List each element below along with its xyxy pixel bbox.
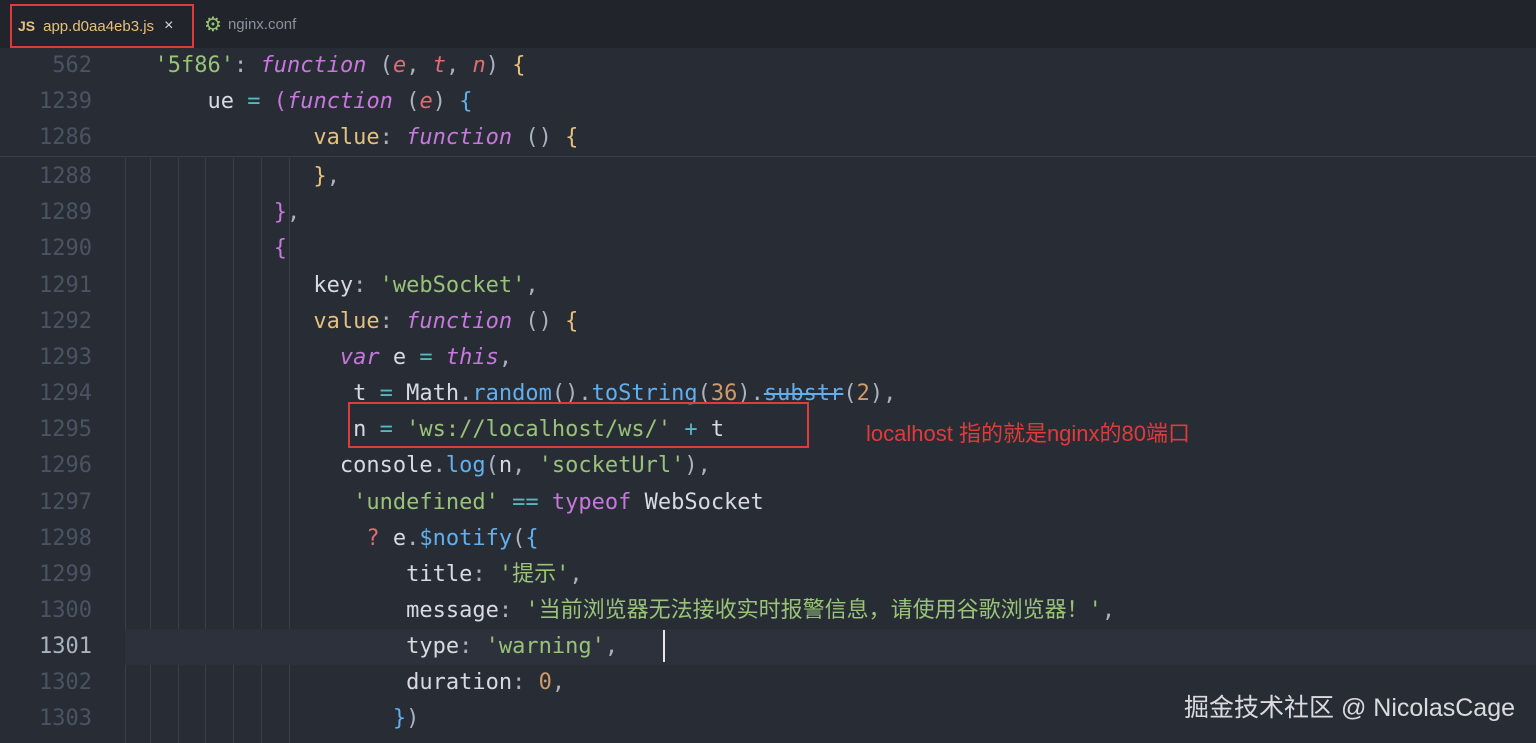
highlight-box <box>348 402 809 448</box>
line-number: 1294 <box>39 381 92 406</box>
tab-label: nginx.conf <box>227 15 297 33</box>
code-line[interactable]: 1288 }, <box>0 159 1536 195</box>
line-code: key: 'webSocket', <box>128 273 539 298</box>
line-code: ? e.$notify({ <box>128 526 539 551</box>
line-code: value: function () { <box>128 309 579 334</box>
code-line[interactable]: 1293 var e = this, <box>0 340 1536 376</box>
line-number: 1295 <box>39 417 92 442</box>
line-code: }, <box>128 200 301 225</box>
line-code: message: '当前浏览器无法接收实时报警信息，请使用谷歌浏览器！', <box>128 598 1116 623</box>
line-number: 1293 <box>39 345 92 370</box>
tab-nginx-conf[interactable]: ⚙ nginx.conf <box>204 0 296 48</box>
watermark: 掘金技术社区 @ NicolasCage <box>1184 694 1516 722</box>
line-number: 1302 <box>39 670 92 695</box>
code-line[interactable]: 1286 value: function () { <box>0 120 1536 156</box>
code-line[interactable]: 1301 type: 'warning', <box>0 629 1536 665</box>
line-code: { <box>128 236 287 261</box>
code-line[interactable]: 1298 ? e.$notify({ <box>0 521 1536 557</box>
line-number: 1300 <box>39 598 92 623</box>
code-line[interactable]: 1297 'undefined' == typeof WebSocket <box>0 485 1536 521</box>
code-line[interactable]: 1299 title: '提示', <box>0 557 1536 593</box>
line-code: '5f86': function (e, t, n) { <box>128 53 526 78</box>
line-number: 1296 <box>39 453 92 478</box>
javascript-file-icon: JS <box>18 18 36 34</box>
line-code: title: '提示', <box>128 562 583 587</box>
code-line[interactable]: 1292 value: function () { <box>0 304 1536 340</box>
line-code: type: 'warning', <box>128 634 619 659</box>
line-code: }) <box>128 706 420 731</box>
line-number: 1297 <box>39 490 92 515</box>
line-number: 1239 <box>39 89 92 114</box>
close-icon[interactable]: × <box>164 17 173 35</box>
line-code: var e = this, <box>128 345 513 370</box>
line-number: 1292 <box>39 309 92 334</box>
line-number: 1289 <box>39 200 92 225</box>
code-line[interactable]: 1296 console.log(n, 'socketUrl'), <box>0 448 1536 484</box>
line-code: }, <box>128 164 340 189</box>
line-code: console.log(n, 'socketUrl'), <box>128 453 711 478</box>
line-number: 1303 <box>39 706 92 731</box>
text-cursor <box>663 630 665 662</box>
code-line[interactable]: 1289 }, <box>0 195 1536 231</box>
line-number: 1286 <box>39 125 92 150</box>
code-line[interactable]: 1239 ue = (function (e) { <box>0 84 1536 120</box>
gear-icon: ⚙ <box>204 13 222 36</box>
tab-bar: JS app.d0aa4eb3.js × ⚙ nginx.conf <box>0 0 1536 48</box>
tab-app-js[interactable]: JS app.d0aa4eb3.js × <box>10 4 194 48</box>
line-code: duration: 0, <box>128 670 566 695</box>
line-code: ue = (function (e) { <box>128 89 473 114</box>
line-code: 'undefined' == typeof WebSocket <box>128 490 764 515</box>
code-line[interactable]: 562 '5f86': function (e, t, n) { <box>0 48 1536 84</box>
code-line[interactable]: 1300 message: '当前浏览器无法接收实时报警信息，请使用谷歌浏览器！… <box>0 593 1536 629</box>
line-number: 1299 <box>39 562 92 587</box>
tab-label: app.d0aa4eb3.js <box>43 17 155 35</box>
line-code: value: function () { <box>128 125 579 150</box>
annotation-text: localhost 指的就是nginx的80端口 <box>866 421 1191 446</box>
line-number: 562 <box>52 53 92 78</box>
code-line[interactable]: 1290 { <box>0 231 1536 267</box>
code-editor[interactable]: 562 '5f86': function (e, t, n) {1239 ue … <box>0 48 1536 743</box>
line-number: 1298 <box>39 526 92 551</box>
line-number: 1288 <box>39 164 92 189</box>
line-number: 1291 <box>39 273 92 298</box>
line-number: 1290 <box>39 236 92 261</box>
line-number: 1301 <box>39 634 92 659</box>
code-line[interactable]: 1291 key: 'webSocket', <box>0 268 1536 304</box>
